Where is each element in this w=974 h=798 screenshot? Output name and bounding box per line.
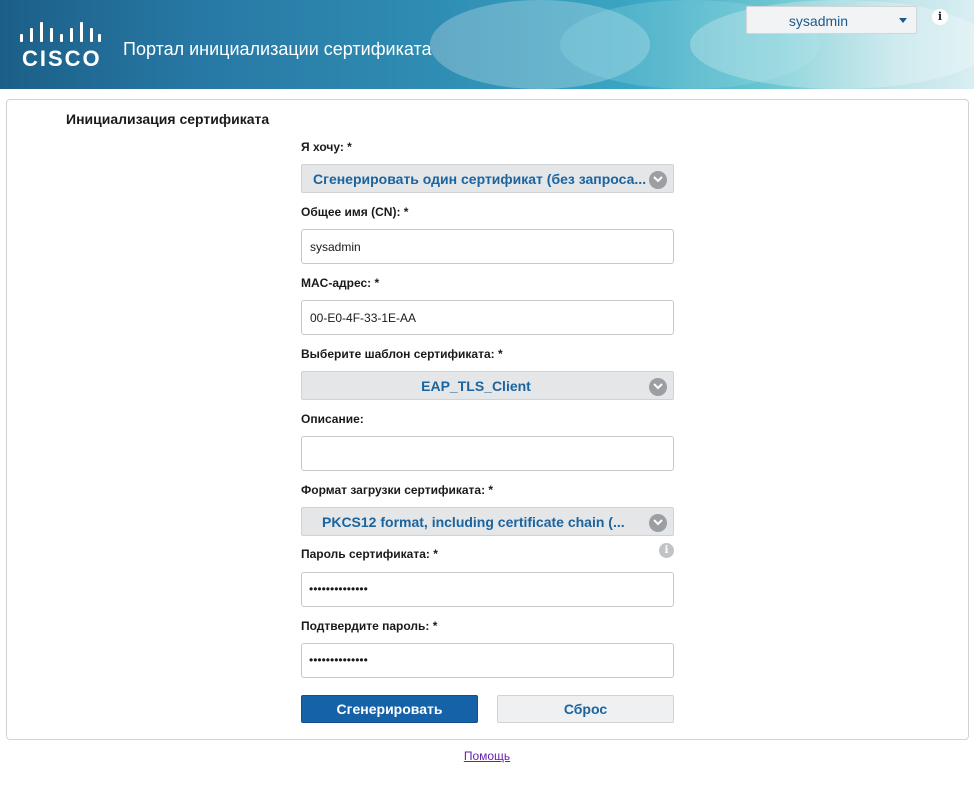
portal-header: CISCO Портал инициализации сертификата s… [0,0,974,89]
portal-title: Портал инициализации сертификата [123,39,432,59]
help-footer: Помощь [0,749,974,763]
password-input[interactable]: •••••••••••••• [301,572,674,607]
description-input[interactable] [301,436,674,471]
template-label: Выберите шаблон сертификата: * [301,347,503,361]
password-label: Пароль сертификата: * [301,547,438,561]
help-link[interactable]: Помощь [464,749,510,763]
cn-label: Общее имя (CN): * [301,205,409,219]
info-icon[interactable]: i [659,543,674,558]
chevron-down-icon [649,378,667,396]
mac-input[interactable]: 00-E0-4F-33-1E-AA [301,300,674,335]
mac-value: 00-E0-4F-33-1E-AA [310,311,417,325]
mac-label: MAC-адрес: * [301,276,380,290]
description-label: Описание: [301,412,364,426]
template-select[interactable]: EAP_TLS_Client [301,371,674,400]
confirm-password-input[interactable]: •••••••••••••• [301,643,674,678]
cisco-logo-icon: CISCO [18,20,101,71]
caret-down-icon [899,18,907,23]
cn-input[interactable]: sysadmin [301,229,674,264]
user-menu-select[interactable]: sysadmin [746,6,917,34]
confirm-password-label: Подтвердите пароль: * [301,619,438,633]
format-select[interactable]: PKCS12 format, including certificate cha… [301,507,674,536]
i-want-label: Я хочу: * [301,140,352,154]
password-value: •••••••••••••• [309,582,368,596]
format-value: PKCS12 format, including certificate cha… [322,514,625,530]
section-title: Инициализация сертификата [66,111,270,127]
cn-value: sysadmin [310,240,361,254]
info-icon[interactable]: i [932,9,948,25]
i-want-select[interactable]: Сгенерировать один сертификат (без запро… [301,164,674,193]
template-value: EAP_TLS_Client [421,378,531,394]
chevron-down-icon [649,171,667,189]
confirm-password-value: •••••••••••••• [309,653,368,667]
logo-text: CISCO [22,46,102,71]
generate-button[interactable]: Сгенерировать [301,695,478,723]
chevron-down-icon [649,514,667,532]
reset-button[interactable]: Сброс [497,695,674,723]
format-label: Формат загрузки сертификата: * [301,483,494,497]
user-name: sysadmin [788,13,849,29]
i-want-value: Сгенерировать один сертификат (без запро… [313,171,647,187]
